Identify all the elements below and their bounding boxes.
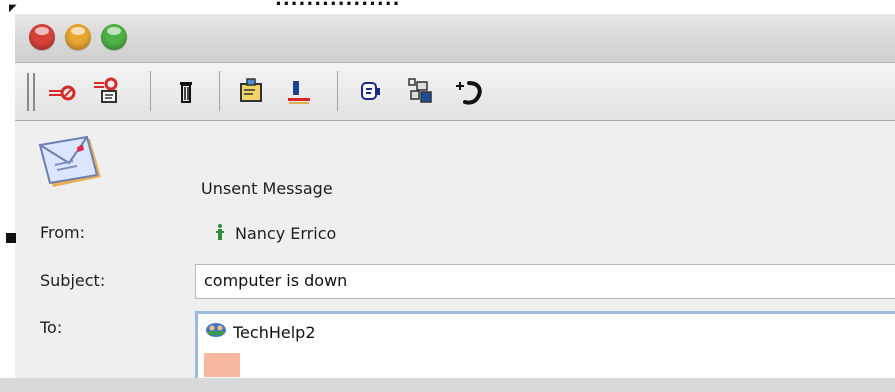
zoom-button[interactable] xyxy=(101,24,127,50)
from-value: Nancy Errico xyxy=(215,223,336,243)
from-label: From: xyxy=(40,223,86,242)
recipient-name: TechHelp2 xyxy=(233,322,316,342)
bottom-edge xyxy=(0,378,895,392)
remove-icon[interactable] xyxy=(47,75,77,107)
message-window: Unsent Message From: Nancy Errico Subjec… xyxy=(15,14,895,392)
address-icon[interactable] xyxy=(235,75,265,107)
titlebar xyxy=(15,14,895,63)
toolbar-separator xyxy=(337,71,338,111)
remove-all-icon[interactable] xyxy=(91,75,121,107)
toolbar-separator xyxy=(219,71,220,111)
message-status: Unsent Message xyxy=(201,179,333,198)
phone-icon[interactable] xyxy=(453,75,483,107)
to-field[interactable]: TechHelp2 xyxy=(195,311,895,387)
trash-icon[interactable] xyxy=(172,75,202,107)
toolbar-grip xyxy=(27,73,29,111)
subject-field[interactable]: computer is down xyxy=(195,264,895,299)
message-icon[interactable] xyxy=(355,75,385,107)
minimize-button[interactable] xyxy=(65,24,91,50)
left-marker-icon xyxy=(6,233,16,243)
person-icon xyxy=(215,223,225,243)
toolbar xyxy=(15,63,895,121)
recipient-token[interactable]: TechHelp2 xyxy=(205,322,316,342)
cropped-title-text: ................ xyxy=(275,0,400,10)
corner-mark-icon: ◤ xyxy=(9,3,17,14)
group-icon xyxy=(205,322,227,342)
close-button[interactable] xyxy=(29,24,55,50)
top-crop: ................ ◤ xyxy=(0,0,895,14)
from-name: Nancy Errico xyxy=(235,223,337,243)
new-recipient-input[interactable] xyxy=(204,353,240,377)
message-content: Unsent Message From: Nancy Errico Subjec… xyxy=(15,121,895,392)
subject-label: Subject: xyxy=(40,271,106,290)
contacts-icon[interactable] xyxy=(283,75,313,107)
toolbar-separator xyxy=(150,71,151,111)
toolbar-grip xyxy=(33,73,35,111)
attachments-icon[interactable] xyxy=(405,75,435,107)
to-label: To: xyxy=(40,318,63,337)
envelope-icon xyxy=(35,135,105,201)
